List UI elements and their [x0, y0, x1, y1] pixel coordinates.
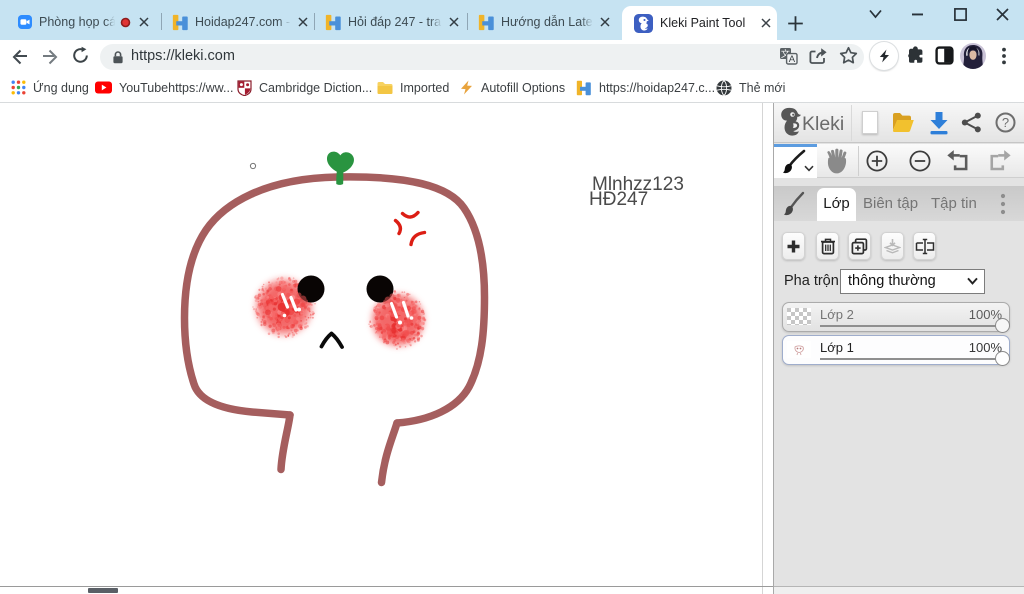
svg-text:?: ?	[1002, 115, 1009, 130]
svg-text:A: A	[789, 54, 796, 65]
